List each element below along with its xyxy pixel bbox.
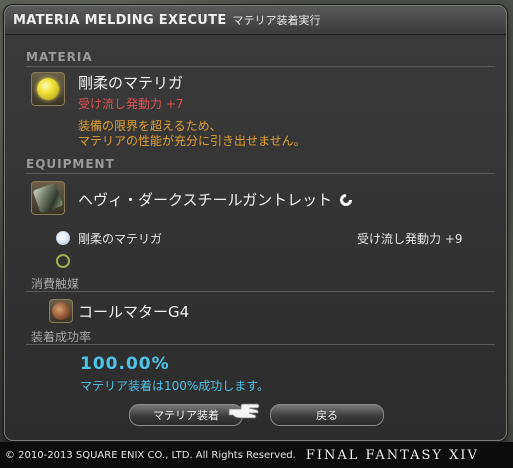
materia-orb-icon: [37, 78, 59, 100]
success-rate-value: 100.00%: [80, 354, 170, 374]
materia-warning-line2: マテリアの性能が充分に引き出せません。: [78, 134, 306, 148]
equipment-item-name: ヘヴィ・ダークスチールガントレット: [78, 189, 353, 210]
meld-materia-button[interactable]: マテリア装着: [129, 404, 243, 426]
window-titlebar[interactable]: MATERIA MELDING EXECUTE マテリア装着実行: [5, 6, 506, 35]
materia-item-icon[interactable]: [31, 72, 65, 106]
back-button[interactable]: 戻る: [270, 404, 384, 426]
melded-materia-name: 剛柔のマテリガ: [78, 232, 163, 246]
success-rate-message: マテリア装着は100%成功します。: [80, 379, 270, 393]
equipment-section-label: EQUIPMENT: [26, 157, 115, 171]
materia-slot-filled: [56, 231, 70, 245]
window-title-jp: マテリア装着実行: [232, 14, 321, 27]
copyright-text: © 2010-2013 SQUARE ENIX CO., LTD. All Ri…: [5, 449, 296, 461]
gauntlet-icon: [32, 182, 64, 214]
pointer-hand-icon: [228, 403, 260, 419]
game-logo: FINAL FANTASY XIV: [305, 447, 479, 463]
catalyst-item-icon[interactable]: [49, 299, 73, 323]
materia-item-name: 剛柔のマテリガ: [78, 74, 184, 92]
window-title-en: MATERIA MELDING EXECUTE: [13, 12, 227, 28]
catalyst-item-name: コールマターG4: [78, 303, 190, 321]
success-divider: [26, 344, 495, 345]
materia-section-label: MATERIA: [26, 50, 93, 64]
footer-bar: © 2010-2013 SQUARE ENIX CO., LTD. All Ri…: [0, 442, 513, 468]
equipment-divider: [26, 173, 495, 174]
equipment-item-icon[interactable]: [31, 181, 65, 215]
catalyst-divider: [26, 291, 495, 292]
melded-materia-stat: 受け流し発動力 +9: [357, 232, 463, 246]
materia-warning-line1: 装備の限界を超えるため、: [78, 119, 222, 133]
materia-stat-bonus: 受け流し発動力 +7: [78, 97, 184, 111]
catalyst-section-label: 消費触媒: [31, 277, 80, 291]
materia-slot-empty: [56, 254, 70, 268]
high-quality-icon: [339, 194, 352, 206]
materia-divider: [26, 66, 495, 67]
materia-meld-window: MATERIA MELDING EXECUTE マテリア装着実行: [4, 5, 507, 441]
catalyst-icon: [52, 302, 70, 320]
equipment-item-name-text: ヘヴィ・ダークスチールガントレット: [78, 191, 333, 209]
success-section-label: 装着成功率: [31, 330, 92, 344]
